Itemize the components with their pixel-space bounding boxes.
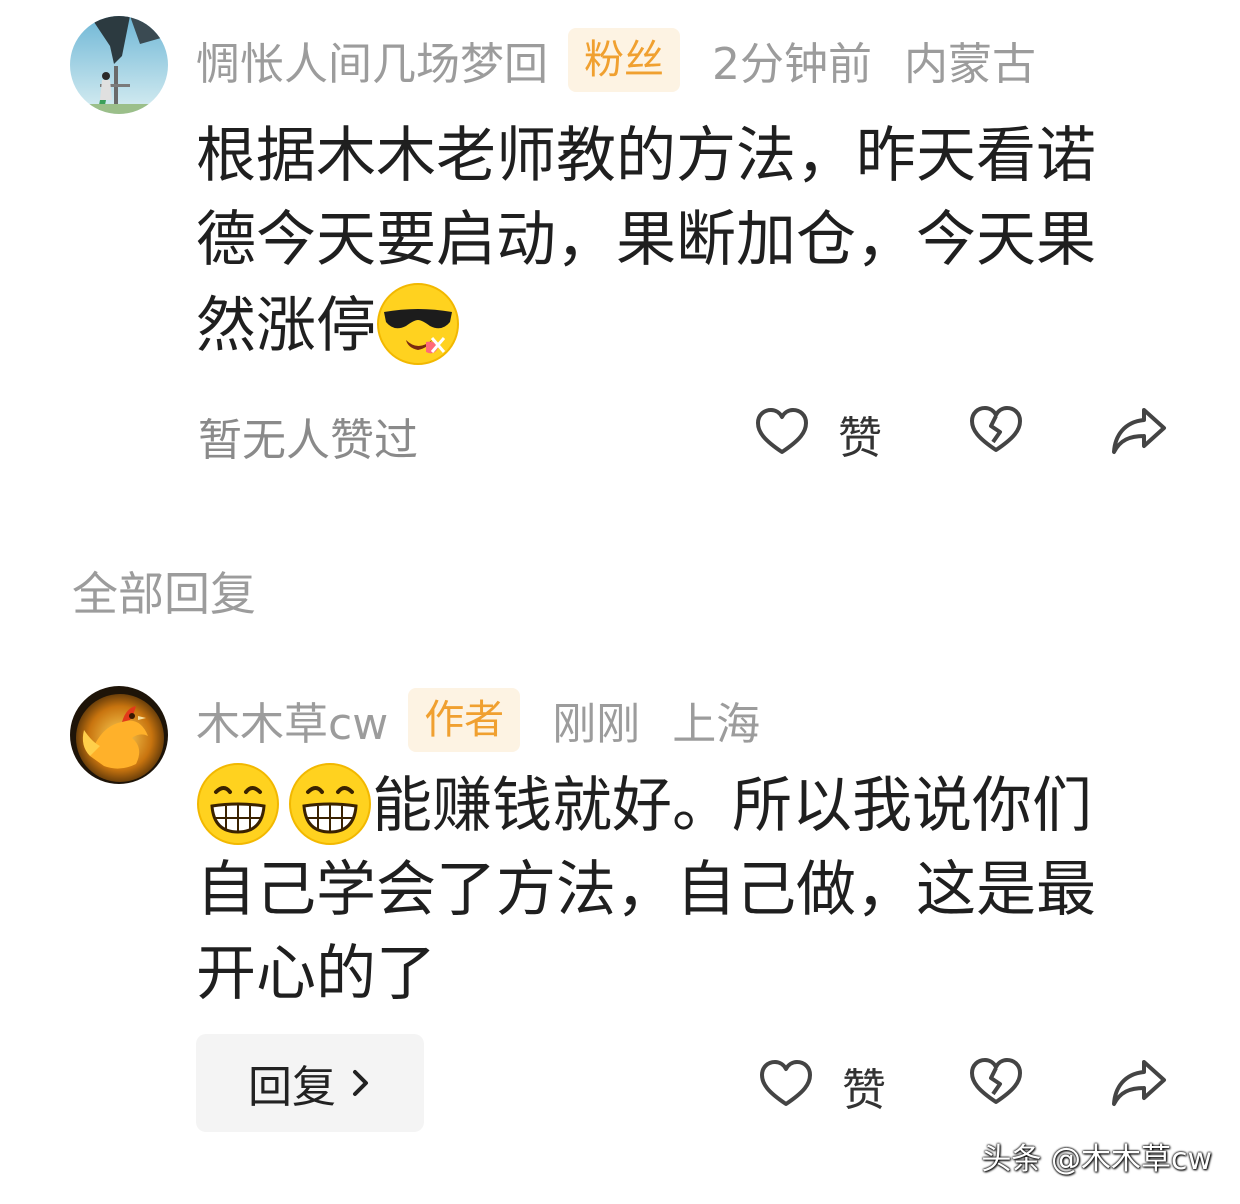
reply-text-line: 自己学会了方法，自己做，这是最 — [196, 855, 1096, 925]
reply-like-label: 赞 — [842, 1065, 886, 1116]
heart-icon — [754, 404, 810, 464]
reply-text-line: 开心的了 — [196, 939, 436, 1009]
comment-text-line: 然涨停 — [196, 282, 1186, 368]
share-icon — [1110, 404, 1168, 462]
likes-status: 暂无人赞过 — [198, 415, 418, 466]
reply-text-line: 能赚钱就好。所以我说你们 — [196, 762, 1186, 848]
share-icon — [1110, 1056, 1168, 1114]
all-replies-header: 全部回复 — [72, 567, 256, 621]
heart-icon — [758, 1056, 814, 1116]
sunglasses-emoji — [376, 282, 460, 366]
reply-button-label: 回复 — [248, 1062, 336, 1113]
author-username[interactable]: 木木草cw — [196, 688, 388, 752]
reply-share-button[interactable] — [1110, 1056, 1168, 1114]
grinning-emoji — [288, 762, 372, 846]
broken-heart-icon — [968, 1054, 1024, 1114]
fan-badge: 粉丝 — [568, 28, 680, 92]
broken-heart-icon — [968, 402, 1024, 462]
location: 内蒙古 — [904, 39, 1036, 90]
comment-text: 根据木木老师教的方法，昨天看诺 德今天要启动，果断加仓，今天果 然涨停 — [196, 114, 1186, 368]
timestamp: 2分钟前 — [712, 39, 872, 90]
chevron-right-icon — [350, 1058, 372, 1109]
reply-dislike-button[interactable] — [968, 1054, 1024, 1114]
reply-like-button[interactable]: 赞 — [758, 1054, 886, 1118]
reply-text: 能赚钱就好。所以我说你们 自己学会了方法，自己做，这是最 开心的了 — [196, 762, 1186, 1016]
reply-timestamp: 刚刚 — [552, 699, 641, 750]
author-badge: 作者 — [408, 688, 521, 752]
comment-text-line: 根据木木老师教的方法，昨天看诺 — [196, 121, 1096, 191]
share-button[interactable] — [1110, 404, 1168, 462]
username[interactable]: 惆怅人间几场梦回 — [196, 28, 548, 92]
watermark: 头条 @木木草cw — [981, 1142, 1212, 1177]
avatar[interactable] — [70, 16, 168, 114]
grinning-emoji — [196, 762, 280, 846]
comment-meta: 惆怅人间几场梦回 粉丝 2分钟前 内蒙古 — [196, 28, 1036, 92]
reply-location: 上海 — [672, 699, 761, 750]
reply-button[interactable]: 回复 — [196, 1034, 424, 1132]
like-button[interactable]: 赞 — [754, 402, 882, 466]
reply-meta: 木木草cw 作者 刚刚 上海 — [196, 688, 760, 752]
author-avatar[interactable] — [70, 686, 168, 784]
like-label: 赞 — [838, 413, 882, 464]
comment-text-line: 德今天要启动，果断加仓，今天果 — [196, 205, 1096, 275]
dislike-button[interactable] — [968, 402, 1024, 462]
